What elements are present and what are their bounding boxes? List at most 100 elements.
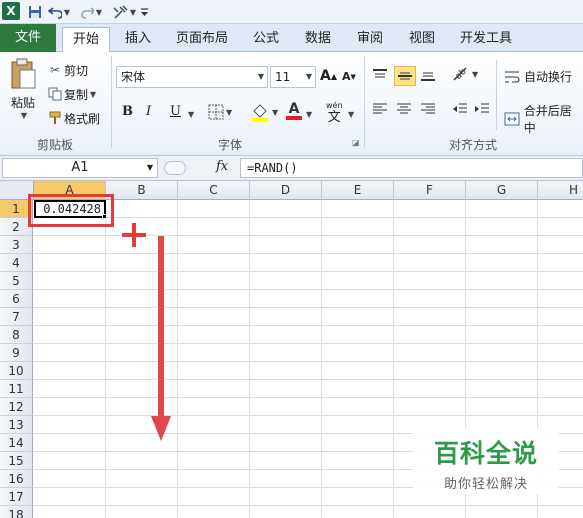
tab-formulas[interactable]: 公式	[246, 27, 286, 52]
watermark-subtitle: 助你轻松解决	[443, 477, 528, 492]
quick-access-toolbar: X ▼ ▼ ▼	[0, 0, 583, 24]
phonetic-char: 文	[327, 110, 341, 125]
formula-input[interactable]: =RAND()	[240, 158, 583, 178]
grid-line	[33, 217, 583, 218]
tab-home[interactable]: 开始	[62, 27, 110, 52]
decrease-indent-button[interactable]	[452, 102, 468, 116]
row-header-16[interactable]: 16	[0, 470, 33, 488]
wrap-text-icon	[505, 71, 520, 82]
row-header-10[interactable]: 10	[0, 362, 33, 380]
row-header-15[interactable]: 15	[0, 452, 33, 470]
font-color-dropdown-icon[interactable]: ▼	[306, 110, 312, 119]
grid-line	[33, 307, 583, 308]
column-header-g[interactable]: G	[466, 181, 538, 200]
increase-indent-icon	[475, 103, 489, 113]
fill-color-button[interactable]: ▼	[250, 102, 278, 122]
font-color-button[interactable]: A	[286, 102, 302, 120]
save-icon[interactable]	[26, 3, 44, 21]
ribbon-tabs: 文件 开始 插入 页面布局 公式 数据 审阅 视图 开发工具	[0, 24, 583, 52]
paste-dropdown-icon[interactable]: ▼	[21, 111, 27, 120]
row-header-4[interactable]: 4	[0, 254, 33, 272]
redo-icon[interactable]: ▼	[80, 3, 102, 21]
grid-line	[33, 379, 583, 380]
increase-indent-button[interactable]	[474, 102, 490, 116]
align-top-button[interactable]	[372, 68, 388, 82]
underline-button[interactable]: U	[170, 104, 181, 119]
align-center-icon	[397, 103, 411, 114]
align-right-button[interactable]	[420, 102, 436, 116]
paste-icon	[11, 58, 36, 89]
row-header-14[interactable]: 14	[0, 434, 33, 452]
column-header-e[interactable]: E	[322, 181, 394, 200]
row-header-9[interactable]: 9	[0, 344, 33, 362]
align-middle-icon	[398, 72, 412, 80]
phonetic-button[interactable]: wén 文	[326, 100, 343, 124]
paste-button[interactable]: 粘贴 ▼	[6, 58, 40, 128]
column-header-f[interactable]: F	[394, 181, 466, 200]
row-header-7[interactable]: 7	[0, 308, 33, 326]
grid-line	[33, 271, 583, 272]
font-size-combo[interactable]: 11 ▼	[270, 66, 316, 88]
row-header-12[interactable]: 12	[0, 398, 33, 416]
group-separator	[496, 60, 497, 130]
orientation-button[interactable]: ab ▼	[452, 66, 478, 82]
format-painter-icon	[46, 111, 64, 125]
row-header-6[interactable]: 6	[0, 290, 33, 308]
font-dialog-launcher-icon[interactable]: ◪	[352, 138, 360, 147]
tab-review[interactable]: 审阅	[350, 27, 390, 52]
group-label-clipboard: 剪贴板	[36, 138, 73, 152]
tab-data[interactable]: 数据	[298, 27, 338, 52]
align-middle-button[interactable]	[394, 66, 416, 86]
column-header-b[interactable]: B	[106, 181, 178, 200]
tab-view[interactable]: 视图	[402, 27, 442, 52]
row-header-11[interactable]: 11	[0, 380, 33, 398]
shrink-font-button[interactable]: A ▼	[342, 70, 356, 83]
row-header-18[interactable]: 18	[0, 506, 33, 518]
formula-bar: A1 ▼ fx =RAND()	[0, 156, 583, 181]
align-center-button[interactable]	[396, 102, 412, 116]
row-header-8[interactable]: 8	[0, 326, 33, 344]
wrap-text-button[interactable]: 自动换行	[504, 68, 572, 85]
copy-button[interactable]: 复制 ▼	[46, 84, 96, 104]
column-header-c[interactable]: C	[178, 181, 250, 200]
align-left-button[interactable]	[372, 102, 388, 116]
undo-icon[interactable]: ▼	[48, 3, 70, 21]
tab-insert[interactable]: 插入	[118, 27, 158, 52]
scissors-icon: ✂	[49, 63, 61, 77]
insert-function-button[interactable]: fx	[216, 159, 228, 174]
grid-line	[33, 253, 583, 254]
fill-bucket-icon	[252, 104, 268, 122]
row-header-5[interactable]: 5	[0, 272, 33, 290]
tab-file[interactable]: 文件	[0, 24, 56, 52]
column-header-d[interactable]: D	[250, 181, 322, 200]
align-right-icon	[421, 103, 435, 114]
row-header-17[interactable]: 17	[0, 488, 33, 506]
italic-button[interactable]: I	[146, 104, 151, 119]
cut-button[interactable]: ✂ 剪切	[46, 60, 88, 80]
underline-dropdown-icon[interactable]: ▼	[188, 110, 194, 119]
phonetic-dropdown-icon[interactable]: ▼	[348, 110, 354, 119]
row-header-13[interactable]: 13	[0, 416, 33, 434]
format-painter-button[interactable]: 格式刷	[46, 108, 100, 128]
row-header-3[interactable]: 3	[0, 236, 33, 254]
tab-developer[interactable]: 开发工具	[454, 27, 518, 52]
customize-icon[interactable]	[138, 3, 150, 21]
tools-icon[interactable]: ▼	[112, 3, 136, 21]
formula-bar-splitter[interactable]	[164, 161, 186, 175]
tab-page-layout[interactable]: 页面布局	[170, 27, 234, 52]
borders-button[interactable]: ▼	[208, 104, 232, 120]
name-box[interactable]: A1 ▼	[2, 158, 158, 178]
grow-font-button[interactable]: A ▲	[320, 68, 337, 84]
align-bottom-button[interactable]	[420, 68, 436, 82]
font-color-letter: A	[288, 101, 300, 117]
name-box-value: A1	[71, 160, 89, 175]
column-header-h[interactable]: H	[538, 181, 583, 200]
font-name-combo[interactable]: 宋体 ▼	[116, 66, 268, 88]
group-separator	[364, 56, 365, 148]
grid-line	[33, 235, 583, 236]
merge-center-button[interactable]: 合并后居中	[504, 102, 583, 136]
bold-button[interactable]: B	[122, 104, 133, 119]
grid-line	[33, 415, 583, 416]
copy-label: 复制	[64, 87, 89, 102]
excel-logo-icon: X	[2, 2, 20, 20]
